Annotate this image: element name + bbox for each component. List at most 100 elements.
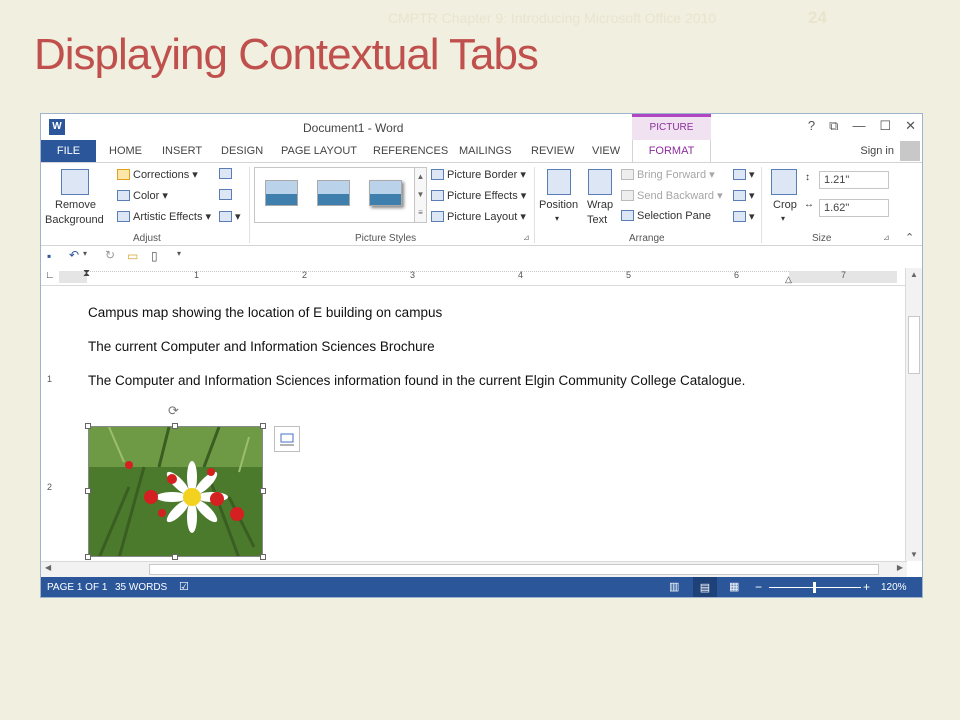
tab-selector-icon[interactable]: ∟ bbox=[45, 270, 55, 281]
corrections-button[interactable]: Corrections ▾ bbox=[117, 168, 198, 181]
selection-pane-button[interactable]: Selection Pane bbox=[621, 210, 711, 222]
crop-icon[interactable] bbox=[771, 169, 797, 195]
reset-picture-button[interactable]: ▾ bbox=[219, 210, 241, 223]
close-button[interactable]: ✕ bbox=[905, 118, 916, 134]
tab-design[interactable]: DESIGN bbox=[221, 140, 263, 162]
resize-handle[interactable] bbox=[260, 554, 266, 560]
wrap-text-icon[interactable] bbox=[588, 169, 612, 195]
sign-in-link[interactable]: Sign in bbox=[860, 145, 894, 157]
remove-background-icon[interactable] bbox=[61, 169, 89, 195]
resize-handle[interactable] bbox=[260, 423, 266, 429]
position-icon[interactable] bbox=[547, 169, 571, 195]
zoom-out-icon[interactable]: − bbox=[755, 580, 762, 594]
tab-review[interactable]: REVIEW bbox=[531, 140, 574, 162]
vertical-scrollbar[interactable]: ▲ ▼ bbox=[905, 268, 922, 561]
help-button[interactable]: ? bbox=[808, 118, 815, 134]
gallery-scroll[interactable]: ▲ ▼ ≡ bbox=[414, 167, 427, 223]
document-paragraph[interactable]: The current Computer and Information Sci… bbox=[88, 336, 788, 358]
selected-picture[interactable] bbox=[88, 426, 263, 557]
document-paragraph[interactable]: The Computer and Information Sciences in… bbox=[88, 370, 768, 392]
page-count[interactable]: PAGE 1 OF 1 bbox=[47, 582, 107, 593]
change-picture-button[interactable] bbox=[219, 189, 235, 201]
picture-effects-button[interactable]: Picture Effects ▾ bbox=[431, 189, 526, 202]
compress-pictures-button[interactable] bbox=[219, 168, 235, 180]
print-layout-icon[interactable]: ▤ bbox=[693, 577, 717, 597]
save-icon[interactable]: ▪ bbox=[47, 249, 51, 263]
picture-styles-launcher-icon[interactable]: ⊿ bbox=[523, 233, 530, 242]
new-document-icon[interactable]: ▯ bbox=[151, 249, 158, 263]
rotate-button[interactable]: ▾ bbox=[733, 210, 755, 223]
right-indent-marker-icon[interactable]: △ bbox=[785, 274, 792, 285]
position-dropdown-icon[interactable]: ▾ bbox=[555, 214, 559, 223]
wrap-text-label-2[interactable]: Text bbox=[587, 214, 607, 226]
zoom-in-icon[interactable]: + bbox=[863, 580, 870, 594]
minimize-button[interactable]: — bbox=[852, 118, 865, 134]
tab-file[interactable]: FILE bbox=[41, 140, 96, 162]
open-folder-icon[interactable]: ▭ bbox=[127, 249, 138, 263]
undo-dropdown-icon[interactable]: ▾ bbox=[83, 249, 87, 258]
artistic-effects-button[interactable]: Artistic Effects ▾ bbox=[117, 210, 211, 223]
scroll-right-icon[interactable]: ▶ bbox=[897, 563, 903, 572]
undo-icon[interactable]: ↶ bbox=[69, 248, 79, 262]
send-backward-button[interactable]: Send Backward ▾ bbox=[621, 189, 723, 202]
tab-home[interactable]: HOME bbox=[109, 140, 142, 162]
horizontal-ruler[interactable]: 1 2 3 4 5 6 7 ∟ ⧗ △ bbox=[41, 268, 907, 286]
customize-qat-icon[interactable]: ▾ bbox=[177, 249, 181, 258]
word-logo-icon[interactable]: W bbox=[49, 119, 65, 135]
redo-icon[interactable]: ↻ bbox=[105, 248, 115, 262]
remove-background-label-2[interactable]: Background bbox=[45, 214, 104, 226]
resize-handle[interactable] bbox=[260, 488, 266, 494]
wrap-text-label-1[interactable]: Wrap bbox=[587, 199, 613, 211]
rotate-handle-icon[interactable]: ⟳ bbox=[168, 403, 179, 419]
align-button[interactable]: ▾ bbox=[733, 168, 755, 181]
resize-handle[interactable] bbox=[172, 554, 178, 560]
word-count[interactable]: 35 WORDS bbox=[115, 582, 167, 593]
ribbon-display-options-button[interactable]: ⧉ bbox=[829, 118, 838, 134]
group-button[interactable]: ▾ bbox=[733, 189, 755, 202]
tab-view[interactable]: VIEW bbox=[592, 140, 620, 162]
picture-style-1[interactable] bbox=[265, 180, 298, 206]
resize-handle[interactable] bbox=[85, 554, 91, 560]
vertical-scroll-thumb[interactable] bbox=[908, 316, 920, 374]
crop-button[interactable]: Crop bbox=[773, 199, 797, 211]
picture-border-button[interactable]: Picture Border ▾ bbox=[431, 168, 526, 181]
ruler-number: 4 bbox=[518, 270, 524, 280]
zoom-slider-thumb[interactable] bbox=[813, 582, 816, 593]
resize-handle[interactable] bbox=[85, 423, 91, 429]
avatar[interactable] bbox=[900, 141, 920, 161]
scroll-up-icon[interactable]: ▲ bbox=[910, 270, 918, 279]
picture-style-3[interactable] bbox=[369, 180, 402, 206]
tab-mailings[interactable]: MAILINGS bbox=[459, 140, 512, 162]
position-button[interactable]: Position bbox=[539, 199, 578, 211]
read-mode-icon[interactable]: ▥ bbox=[669, 580, 679, 593]
tab-insert[interactable]: INSERT bbox=[162, 140, 202, 162]
document-paragraph[interactable]: Campus map showing the location of E bui… bbox=[88, 302, 788, 324]
proofing-icon[interactable]: ☑ bbox=[179, 580, 189, 593]
size-launcher-icon[interactable]: ⊿ bbox=[883, 233, 890, 242]
web-layout-icon[interactable]: ▦ bbox=[729, 580, 739, 593]
crop-dropdown-icon[interactable]: ▾ bbox=[781, 214, 785, 223]
layout-options-button[interactable] bbox=[274, 426, 300, 452]
color-button[interactable]: Color ▾ bbox=[117, 189, 168, 202]
tab-format[interactable]: FORMAT bbox=[632, 140, 711, 162]
scroll-down-icon[interactable]: ▼ bbox=[910, 550, 918, 559]
bring-forward-button[interactable]: Bring Forward ▾ bbox=[621, 168, 715, 181]
picture-style-2[interactable] bbox=[317, 180, 350, 206]
resize-handle[interactable] bbox=[85, 488, 91, 494]
horizontal-scroll-thumb[interactable] bbox=[149, 564, 879, 575]
zoom-level[interactable]: 120% bbox=[881, 582, 907, 593]
picture-effects-icon bbox=[431, 190, 444, 201]
height-input[interactable]: 1.21" bbox=[819, 171, 889, 189]
scroll-left-icon[interactable]: ◀ bbox=[45, 563, 51, 572]
remove-background-label-1[interactable]: Remove bbox=[55, 199, 96, 211]
maximize-button[interactable]: ☐ bbox=[879, 118, 891, 134]
resize-handle[interactable] bbox=[172, 423, 178, 429]
indent-marker-icon[interactable]: ⧗ bbox=[83, 268, 90, 279]
picture-layout-button[interactable]: Picture Layout ▾ bbox=[431, 210, 526, 223]
tab-page-layout[interactable]: PAGE LAYOUT bbox=[281, 140, 357, 162]
picture-styles-gallery[interactable] bbox=[254, 167, 427, 223]
collapse-ribbon-icon[interactable]: ⌃ bbox=[905, 231, 914, 244]
horizontal-scrollbar[interactable]: ◀ ▶ bbox=[41, 561, 907, 577]
tab-references[interactable]: REFERENCES bbox=[373, 140, 448, 162]
width-input[interactable]: 1.62" bbox=[819, 199, 889, 217]
